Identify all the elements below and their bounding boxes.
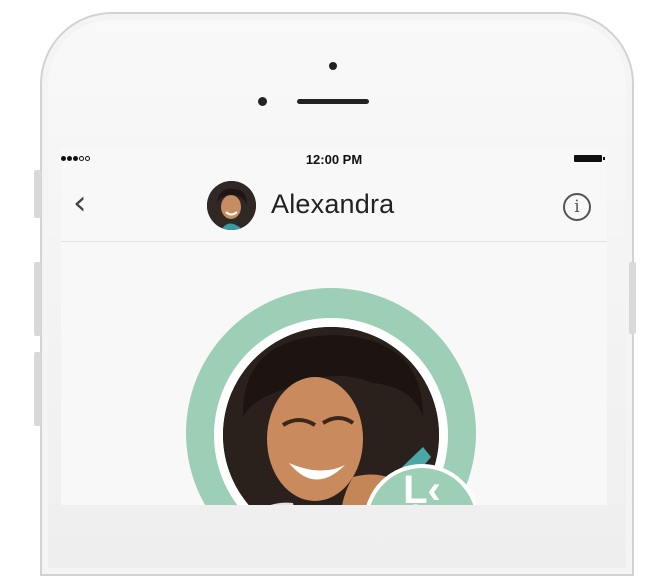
earpiece-speaker — [297, 99, 369, 104]
chevron-left-icon[interactable]: ‹ — [73, 183, 87, 223]
battery-icon — [574, 155, 605, 162]
contact-name[interactable]: Alexandra — [271, 189, 394, 220]
avatar[interactable] — [207, 181, 256, 230]
volume-down-button — [34, 352, 41, 426]
mute-switch — [34, 170, 41, 218]
conversation-header: ‹ Alexandra i — [61, 173, 607, 242]
proximity-sensor — [258, 97, 267, 106]
power-button — [629, 262, 636, 334]
profile-area: Ļ‹ — [61, 242, 607, 505]
status-bar: 12:00 PM — [61, 148, 607, 170]
info-icon[interactable]: i — [563, 193, 591, 221]
volume-up-button — [34, 262, 41, 336]
phone-screen: 12:00 PM ‹ Alexandra i Ļ‹ — [61, 148, 607, 505]
avatar-photo — [207, 181, 256, 230]
status-time: 12:00 PM — [305, 152, 363, 167]
front-camera — [329, 62, 337, 70]
